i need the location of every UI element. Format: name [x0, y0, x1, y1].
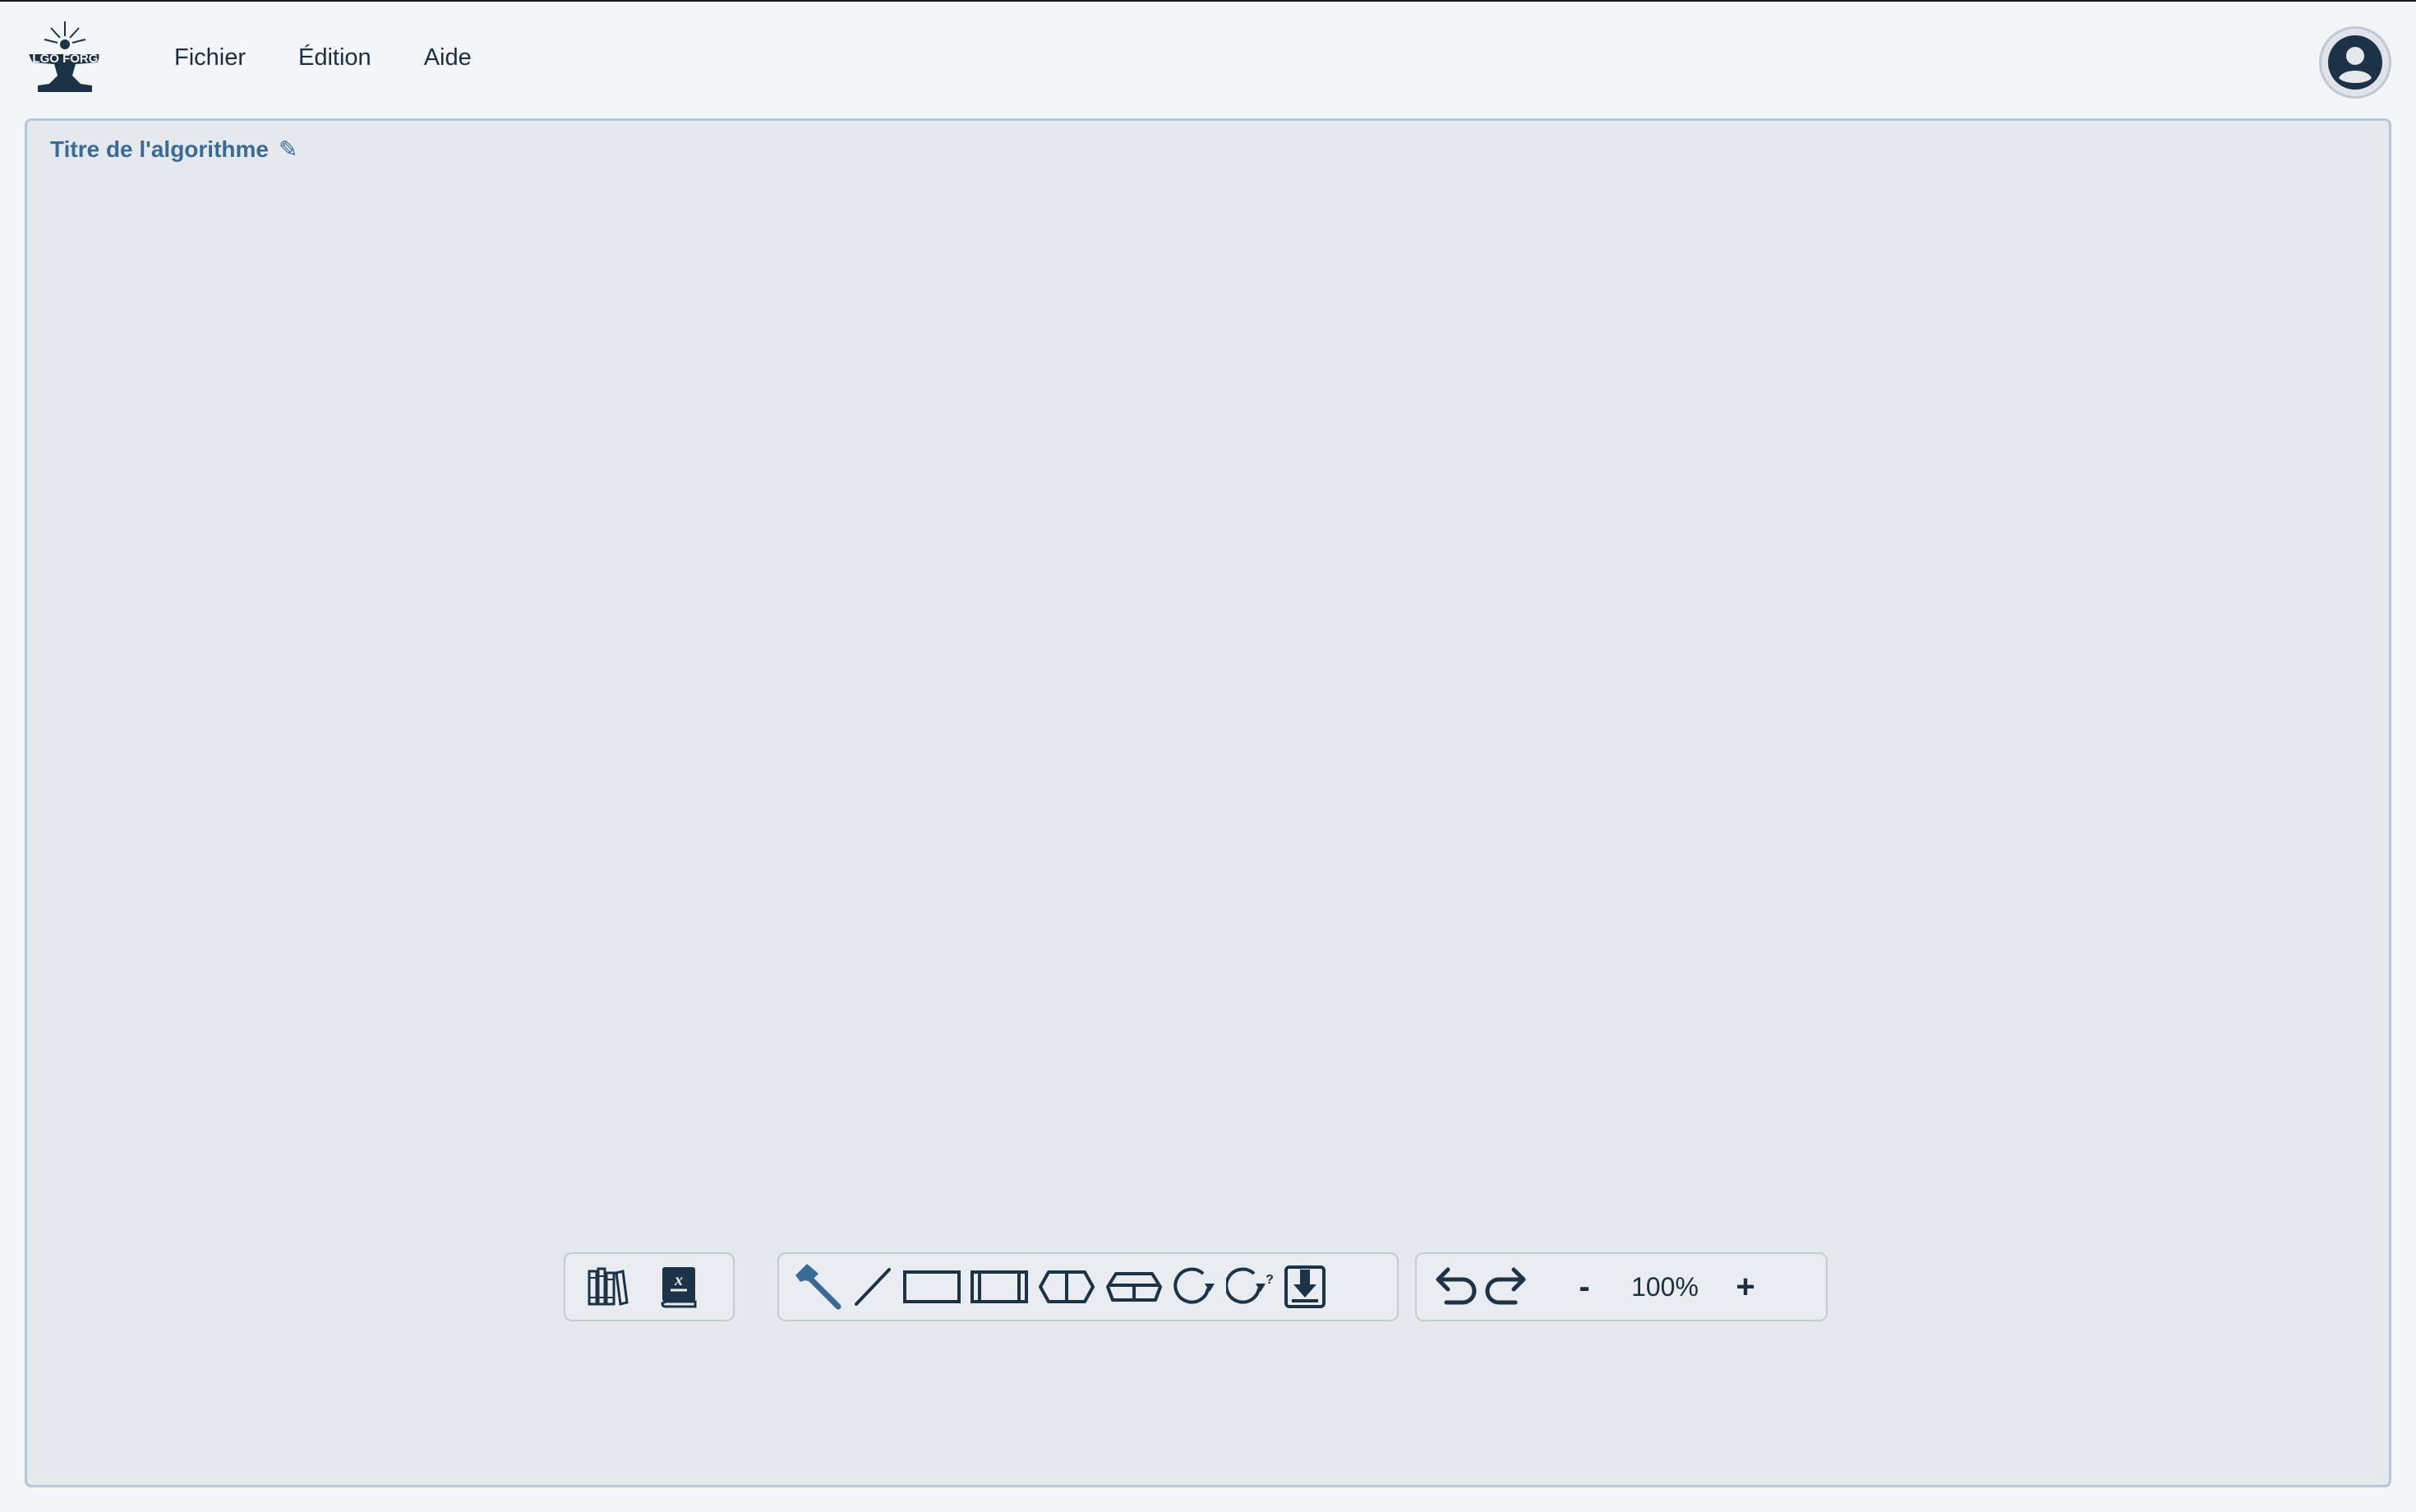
- subprocess-tool-button[interactable]: [970, 1261, 1029, 1313]
- redo-button[interactable]: [1484, 1261, 1530, 1313]
- algo-forge-logo[interactable]: ALGO FORGE: [21, 18, 108, 104]
- loop-circle-icon: [1173, 1267, 1215, 1304]
- pencil-icon[interactable]: ✎: [279, 136, 297, 163]
- logo-text: ALGO FORGE: [24, 52, 107, 66]
- trapezoid-choice-icon: [1106, 1272, 1162, 1302]
- shapes-toolbar: ?: [777, 1252, 1399, 1321]
- user-circle-icon: [2328, 35, 2382, 90]
- library-button[interactable]: [587, 1261, 629, 1313]
- choice-tool-button[interactable]: [1104, 1261, 1164, 1313]
- menu-aide[interactable]: Aide: [411, 41, 485, 75]
- dictionary-button[interactable]: x: [661, 1261, 697, 1313]
- loop-tool-button[interactable]: [1172, 1261, 1218, 1313]
- line-tool-button[interactable]: [851, 1261, 894, 1313]
- conditional-loop-icon: ?: [1226, 1267, 1274, 1304]
- hammer-tool-button[interactable]: [792, 1261, 843, 1313]
- menu-bar: Fichier Édition Aide: [161, 41, 485, 75]
- books-library-icon: [588, 1267, 629, 1306]
- undo-icon: [1436, 1267, 1477, 1305]
- undo-button[interactable]: [1432, 1261, 1478, 1313]
- account-button[interactable]: [2319, 26, 2391, 99]
- conditional-loop-tool-button[interactable]: ?: [1226, 1261, 1275, 1313]
- exit-download-icon: [1284, 1265, 1326, 1308]
- zoom-out-button[interactable]: -: [1560, 1269, 1609, 1306]
- algorithm-title[interactable]: Titre de l'algorithme ✎: [50, 136, 297, 163]
- line-tool-icon: [855, 1268, 891, 1306]
- dictionary-book-icon: x: [661, 1267, 697, 1308]
- zoom-level: 100%: [1631, 1271, 1699, 1302]
- rectangle-tool-button[interactable]: [902, 1261, 961, 1313]
- svg-text:?: ?: [1266, 1273, 1274, 1287]
- hexagon-condition-icon: [1039, 1270, 1095, 1303]
- menu-edition[interactable]: Édition: [285, 41, 385, 75]
- menu-fichier[interactable]: Fichier: [161, 41, 259, 75]
- zoom-in-button[interactable]: +: [1721, 1269, 1770, 1306]
- exit-tool-button[interactable]: [1284, 1261, 1326, 1313]
- library-toolbar: x: [564, 1252, 735, 1321]
- subprocess-rectangle-icon: [971, 1270, 1028, 1303]
- svg-text:x: x: [674, 1271, 683, 1289]
- history-zoom-toolbar: - 100% +: [1415, 1252, 1828, 1321]
- hammer-icon: [795, 1264, 841, 1310]
- app-window: ALGO FORGE Fichier Édition Aide Titre de…: [0, 0, 2416, 1512]
- condition-tool-button[interactable]: [1037, 1261, 1096, 1313]
- redo-icon: [1485, 1267, 1526, 1305]
- top-header: ALGO FORGE Fichier Édition Aide: [0, 2, 2416, 117]
- algorithm-title-text[interactable]: Titre de l'algorithme: [50, 136, 269, 163]
- rectangle-tool-icon: [903, 1270, 961, 1303]
